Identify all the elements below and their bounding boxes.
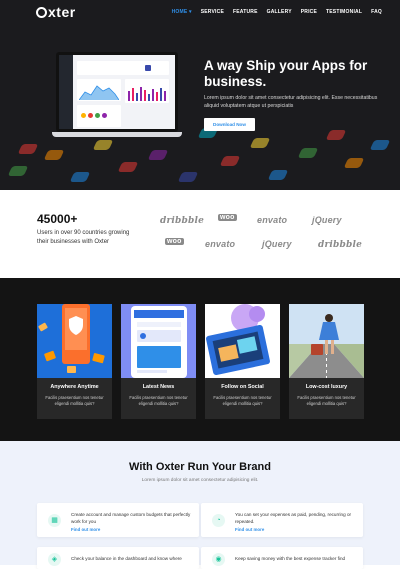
laptop-base (52, 132, 182, 137)
hero-title: A way Ship your Apps for business. (204, 58, 368, 89)
feature-card[interactable]: Low-cost luxury Facilis praesentium nos … (289, 304, 364, 419)
users-count: 45000+ (37, 212, 78, 226)
nav-feature[interactable]: FEATURE (233, 9, 258, 15)
brand-envato-2: envato (205, 239, 236, 249)
brand-feature-card[interactable]: ◉ Keep saving money with the best expens… (201, 547, 363, 569)
wallet-icon: ◈ (48, 553, 61, 566)
brand-woo: woo (218, 214, 237, 221)
hero-subtitle: Lorem ipsum dolor sit amet consectetur a… (204, 95, 378, 109)
hero-section: xter HOME ▾ SERVICE FEATURE GALLERY PRIC… (0, 0, 400, 190)
feature-text: You can set your expenses as paid, pendi… (235, 512, 352, 524)
feature-desc: Facilis praesentium nos tenetur eligendi… (45, 395, 104, 406)
nav-faq[interactable]: FAQ (371, 9, 382, 15)
feature-title: Low-cost luxury (305, 384, 348, 390)
top-navbar: xter HOME ▾ SERVICE FEATURE GALLERY PRIC… (0, 0, 400, 24)
features-section: Anywhere Anytime Facilis praesentium nos… (0, 278, 400, 441)
feature-desc: Facilis praesentium nos tenetur eligendi… (297, 395, 356, 406)
feature-title: Follow on Social (221, 384, 264, 390)
brand-feature-card[interactable]: ▦ Create account and manage custom budge… (37, 503, 199, 537)
brand-feature-card[interactable]: ◈ Check your balance in the dashboard an… (37, 547, 199, 569)
feature-image-social (205, 304, 280, 378)
nav-service[interactable]: SERVICE (201, 9, 224, 15)
feature-card[interactable]: Latest News Facilis praesentium nos tene… (121, 304, 196, 419)
logo-ring-icon (36, 7, 47, 18)
hero-content: A way Ship your Apps for business. Lorem… (204, 58, 379, 131)
download-now-button[interactable]: Download Now (204, 118, 255, 131)
feature-text: Keep saving money with the best expense … (235, 556, 346, 561)
feature-text: Create account and manage custom budgets… (71, 512, 191, 524)
feature-desc: Facilis praesentium nos tenetur eligendi… (213, 395, 272, 406)
section-subtitle: Lorem ipsum dolor sit amet consectetur a… (141, 478, 259, 483)
pie-chart-icon: ◔ (212, 514, 225, 527)
users-description: Users in over 90 countries growing their… (37, 230, 130, 245)
brand-jquery-2: jQuery (262, 239, 292, 249)
nav-gallery[interactable]: GALLERY (267, 9, 292, 15)
nav-home[interactable]: HOME ▾ (172, 9, 192, 15)
feature-title: Anywhere Anytime (50, 384, 99, 390)
section-title: With Oxter Run Your Brand (129, 461, 271, 473)
find-out-more-link[interactable]: Find out more (71, 527, 100, 532)
main-nav: HOME ▾ SERVICE FEATURE GALLERY PRICE TES… (172, 9, 382, 15)
logo[interactable]: xter (36, 4, 76, 20)
brand-feature-card[interactable]: ◔ You can set your expenses as paid, pen… (201, 503, 363, 537)
feature-image-luxury (289, 304, 364, 378)
feature-image-news (121, 304, 196, 378)
feature-card[interactable]: Anywhere Anytime Facilis praesentium nos… (37, 304, 112, 419)
feature-image-anywhere (37, 304, 112, 378)
run-brand-section: With Oxter Run Your Brand Lorem ipsum do… (0, 441, 400, 569)
chart-icon: ▦ (48, 514, 61, 527)
feature-desc: Facilis praesentium nos tenetur eligendi… (129, 395, 188, 406)
feature-text: Check your balance in the dashboard and … (71, 556, 182, 561)
brand-jquery: jQuery (312, 215, 342, 225)
nav-testimonial[interactable]: TESTIMONIAL (326, 9, 362, 15)
feature-card[interactable]: Follow on Social Facilis praesentium nos… (205, 304, 280, 419)
find-out-more-link[interactable]: Find out more (235, 527, 264, 532)
laptop-mockup (52, 52, 182, 138)
savings-icon: ◉ (212, 553, 225, 566)
brand-envato: envato (257, 215, 288, 225)
brand-woo-2: woo (165, 238, 184, 245)
brand-dribbble: dribbble (160, 216, 205, 226)
feature-title: Latest News (142, 384, 175, 390)
laptop-screen (56, 52, 178, 132)
nav-price[interactable]: PRICE (301, 9, 317, 15)
brand-dribbble-2: dribbble (318, 240, 363, 250)
